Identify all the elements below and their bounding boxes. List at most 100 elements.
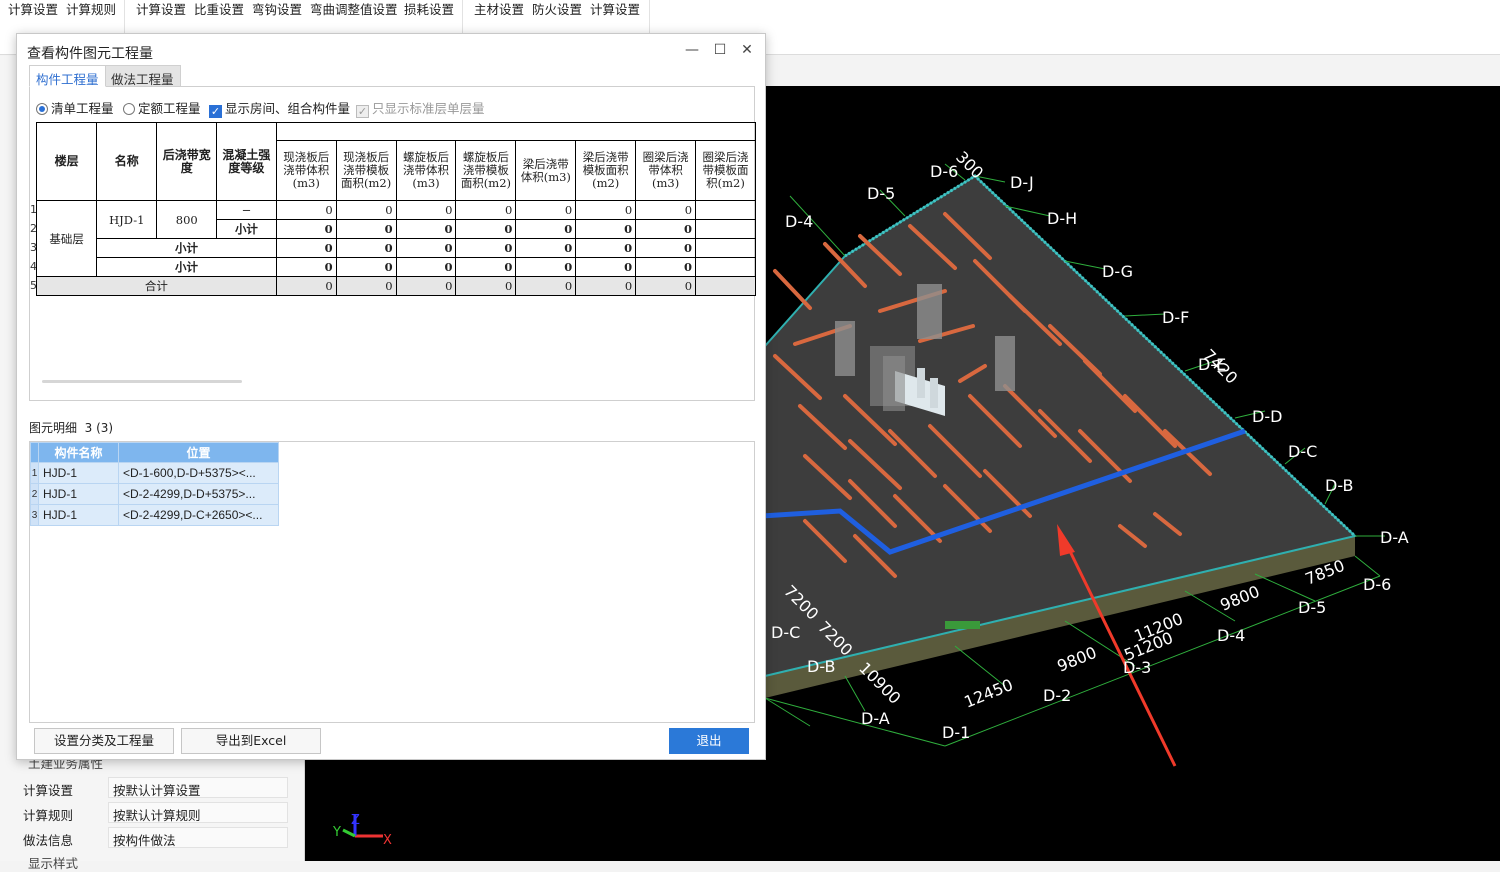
ribbon-fire-settings[interactable]: 防火设置: [532, 0, 582, 18]
property-value[interactable]: 按构件做法: [108, 827, 288, 848]
cell-value[interactable]: 0: [515, 219, 577, 239]
cell-value[interactable]: 0: [275, 219, 337, 239]
table-row[interactable]: 小计 0 0 0 0 0 0 0: [37, 257, 756, 277]
ribbon-hook-settings[interactable]: 弯钩设置: [252, 0, 302, 18]
cell-grade[interactable]: −: [216, 200, 277, 220]
detail-cell-position[interactable]: <D-2-4299,D-C+2650><...: [118, 504, 279, 526]
cell-width[interactable]: 800: [156, 200, 218, 239]
detail-row[interactable]: 2 HJD-1 <D-2-4299,D-D+5375>...: [30, 483, 279, 505]
table-row[interactable]: 小计 0 0 0 0 0 0 0: [37, 238, 756, 258]
export-excel-button[interactable]: 导出到Excel: [181, 728, 321, 754]
properties-next-section[interactable]: 显示样式: [28, 853, 78, 872]
col-header-slab-volume[interactable]: 现浇板后浇带体积(m3): [275, 140, 337, 201]
cell-value[interactable]: 0: [275, 257, 337, 277]
detail-cell-name[interactable]: HJD-1: [38, 462, 119, 484]
cell-subtotal-label[interactable]: 小计: [216, 219, 277, 239]
detail-row[interactable]: 3 HJD-1 <D-2-4299,D-C+2650><...: [30, 504, 279, 526]
col-header-grade[interactable]: 混凝土强度等级: [216, 122, 277, 201]
col-header-slab-formwork[interactable]: 现浇板后浇带模板面积(m2): [335, 140, 397, 201]
property-row-method-info[interactable]: 做法信息 按构件做法: [18, 827, 288, 849]
detail-cell-position[interactable]: <D-2-4299,D-D+5375>...: [118, 483, 279, 505]
cell-value[interactable]: 0: [455, 238, 517, 258]
cell-value[interactable]: 0: [335, 257, 397, 277]
horizontal-scrollbar[interactable]: [42, 380, 242, 383]
ribbon-density-settings[interactable]: 比重设置: [194, 0, 244, 18]
cell-name[interactable]: HJD-1: [96, 200, 158, 239]
ribbon-calc-settings[interactable]: 计算设置: [8, 0, 58, 18]
detail-cell-name[interactable]: HJD-1: [38, 483, 119, 505]
cell-value[interactable]: 0: [575, 200, 637, 220]
cell-floor[interactable]: 基础层: [36, 200, 98, 277]
cell-value[interactable]: 0: [635, 200, 697, 220]
ribbon-calc-rules[interactable]: 计算规则: [66, 0, 116, 18]
checkbox-standard-floor[interactable]: ✓ 只显示标准层单层量: [356, 98, 485, 118]
tab-method-quantity[interactable]: 做法工程量: [104, 65, 181, 87]
cell-value[interactable]: 0: [395, 257, 457, 277]
col-header-ringbeam-formwork[interactable]: 圈梁后浇带模板面积(m2): [695, 140, 756, 201]
cell-value[interactable]: 0: [575, 238, 637, 258]
cell-value[interactable]: 0: [575, 257, 637, 277]
radio-list-quantity[interactable]: 清单工程量: [36, 98, 114, 117]
cell-value[interactable]: 0: [335, 200, 397, 220]
cell-value[interactable]: 0: [635, 238, 697, 258]
col-header-width[interactable]: 后浇带宽度: [156, 122, 218, 201]
property-row-calc-rules[interactable]: 计算规则 按默认计算规则: [18, 802, 288, 824]
cell-value[interactable]: 0: [395, 200, 457, 220]
table-row[interactable]: 基础层 HJD-1 800 − 0 0 0 0 0 0 0: [36, 200, 756, 277]
detail-cell-name[interactable]: HJD-1: [38, 504, 119, 526]
checkbox-show-rooms[interactable]: ✓ 显示房间、组合构件量: [209, 98, 350, 118]
cell-value[interactable]: 0: [515, 257, 577, 277]
cell-value[interactable]: 0: [575, 276, 637, 296]
cell-value[interactable]: [695, 200, 756, 220]
cell-value[interactable]: 0: [275, 276, 337, 296]
exit-button[interactable]: 退出: [669, 728, 749, 754]
detail-row[interactable]: 1 HJD-1 <D-1-600,D-D+5375><...: [30, 462, 279, 484]
cell-value[interactable]: 0: [335, 219, 397, 239]
col-header-spiral-formwork[interactable]: 螺旋板后浇带模板面积(m2): [455, 140, 517, 201]
col-header-name[interactable]: 名称: [96, 122, 158, 201]
cell-value[interactable]: 0: [635, 276, 697, 296]
cell-value[interactable]: 0: [275, 238, 337, 258]
detail-col-position[interactable]: 位置: [118, 442, 279, 463]
cell-value[interactable]: 0: [395, 238, 457, 258]
ribbon-calc-settings-3[interactable]: 计算设置: [590, 0, 640, 18]
cell-value[interactable]: 0: [455, 200, 517, 220]
cell-value[interactable]: 0: [455, 276, 517, 296]
property-value[interactable]: 按默认计算设置: [108, 777, 288, 798]
cell-value[interactable]: 0: [395, 219, 457, 239]
col-header-floor[interactable]: 楼层: [36, 122, 98, 201]
cell-value[interactable]: 0: [515, 238, 577, 258]
ribbon-loss-settings[interactable]: 损耗设置: [404, 0, 454, 18]
detail-cell-position[interactable]: <D-1-600,D-D+5375><...: [118, 462, 279, 484]
col-header-ringbeam-volume[interactable]: 圈梁后浇带体积(m3): [635, 140, 697, 201]
ribbon-rebar-calc-settings[interactable]: 计算设置: [136, 0, 186, 18]
detail-col-name[interactable]: 构件名称: [38, 442, 119, 463]
cell-value[interactable]: 0: [335, 238, 397, 258]
ribbon-material-settings[interactable]: 主材设置: [474, 0, 524, 18]
cell-value[interactable]: 0: [335, 276, 397, 296]
close-icon[interactable]: ✕: [738, 41, 756, 59]
table-row-total[interactable]: 合计 0 0 0 0 0 0 0: [36, 276, 756, 296]
quantity-table[interactable]: 楼层 名称 后浇带宽度 混凝土强度等级 现浇板后浇带体积(m3) 现浇板后浇带模…: [36, 122, 756, 300]
cell-value[interactable]: 0: [635, 219, 697, 239]
cell-value[interactable]: [695, 238, 756, 258]
cell-value[interactable]: 0: [275, 200, 337, 220]
maximize-icon[interactable]: ☐: [711, 41, 729, 59]
tab-component-quantity[interactable]: 构件工程量: [29, 65, 106, 87]
cell-value[interactable]: 0: [455, 257, 517, 277]
cell-value[interactable]: [695, 257, 756, 277]
cell-value[interactable]: [695, 276, 756, 296]
cell-total-label[interactable]: 合计: [36, 276, 277, 296]
cell-value[interactable]: 0: [515, 276, 577, 296]
ribbon-bend-adjust-settings[interactable]: 弯曲调整值设置: [310, 0, 398, 18]
minimize-icon[interactable]: —: [683, 41, 701, 59]
cell-value[interactable]: 0: [635, 257, 697, 277]
cell-value[interactable]: 0: [395, 276, 457, 296]
detail-table[interactable]: 构件名称 位置 1 HJD-1 <D-1-600,D-D+5375><... 2…: [30, 442, 279, 526]
cell-value[interactable]: [695, 219, 756, 239]
col-header-beam-volume[interactable]: 梁后浇带体积(m3): [515, 140, 577, 201]
classify-settings-button[interactable]: 设置分类及工程量: [34, 728, 174, 754]
cell-subtotal-label[interactable]: 小计: [96, 238, 277, 258]
col-header-beam-formwork[interactable]: 梁后浇带模板面积(m2): [575, 140, 637, 201]
cell-value[interactable]: 0: [575, 219, 637, 239]
